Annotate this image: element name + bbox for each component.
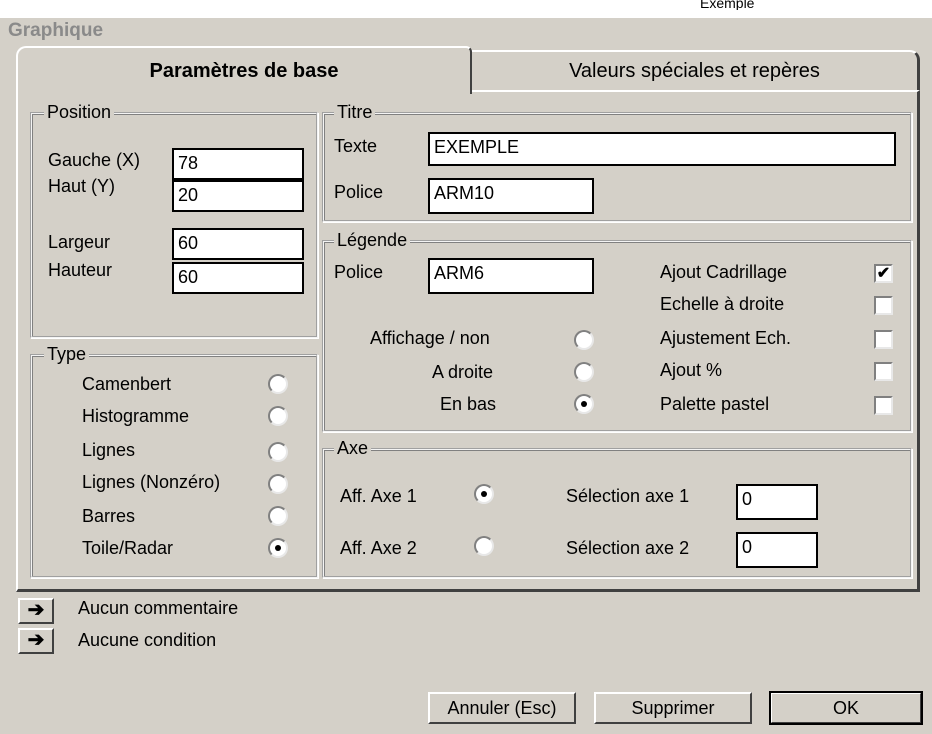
option-label: Ajout Cadrillage bbox=[660, 262, 788, 282]
type-radio-camenbert[interactable] bbox=[268, 374, 288, 394]
legende-legend: Légende bbox=[334, 231, 411, 249]
window-title: Graphique bbox=[8, 20, 104, 41]
legende-radio-affichage[interactable] bbox=[574, 330, 594, 350]
type-option-label: Camenbert bbox=[82, 374, 172, 394]
tab-parametres-de-base[interactable]: Paramètres de base bbox=[16, 46, 472, 94]
type-option-label: Histogramme bbox=[82, 406, 190, 426]
type-radio-toile-radar[interactable] bbox=[268, 538, 288, 558]
legende-police-label: Police bbox=[334, 262, 384, 282]
titre-police-label: Police bbox=[334, 182, 384, 202]
comment-arrow-button[interactable]: ➔ bbox=[18, 598, 54, 624]
type-radio-lignes-nonzero[interactable] bbox=[268, 474, 288, 494]
legende-display-label: En bas bbox=[440, 394, 497, 414]
sel-axe1-input[interactable]: 0 bbox=[736, 484, 818, 520]
haut-input[interactable]: 20 bbox=[172, 180, 304, 212]
ajustement-ech-checkbox[interactable] bbox=[874, 330, 893, 349]
type-option-label: Barres bbox=[82, 506, 136, 526]
ajout-pourcent-checkbox[interactable] bbox=[874, 362, 893, 381]
titre-legend: Titre bbox=[334, 103, 376, 121]
titre-texte-label: Texte bbox=[334, 136, 378, 156]
axe1-label: Aff. Axe 1 bbox=[340, 486, 417, 506]
type-legend: Type bbox=[44, 345, 90, 363]
legende-radio-en-bas[interactable] bbox=[574, 394, 594, 414]
legende-display-label: A droite bbox=[432, 362, 494, 382]
tab-valeurs-speciales[interactable]: Valeurs spéciales et repères bbox=[472, 50, 920, 90]
axe2-label: Aff. Axe 2 bbox=[340, 538, 417, 558]
sel-axe1-label: Sélection axe 1 bbox=[566, 486, 690, 506]
type-option-label: Toile/Radar bbox=[82, 538, 174, 558]
sel-axe2-label: Sélection axe 2 bbox=[566, 538, 690, 558]
legende-police-input[interactable]: ARM6 bbox=[428, 258, 594, 294]
condition-label: Aucune condition bbox=[78, 630, 217, 650]
palette-pastel-checkbox[interactable] bbox=[874, 396, 893, 415]
position-group: Position bbox=[30, 103, 318, 338]
titre-group: Titre bbox=[322, 103, 912, 222]
position-legend: Position bbox=[44, 103, 115, 121]
largeur-label: Largeur bbox=[48, 232, 111, 252]
ajout-cadrillage-checkbox[interactable]: ✔ bbox=[874, 264, 893, 283]
option-label: Ajustement Ech. bbox=[660, 328, 792, 348]
delete-button[interactable]: Supprimer bbox=[594, 692, 752, 724]
ok-button[interactable]: OK bbox=[769, 691, 923, 725]
type-option-label: Lignes bbox=[82, 440, 136, 460]
comment-label: Aucun commentaire bbox=[78, 598, 239, 618]
titre-texte-input[interactable]: EXEMPLE bbox=[428, 132, 896, 166]
axe-legend: Axe bbox=[334, 439, 372, 457]
option-label: Ajout % bbox=[660, 360, 723, 380]
haut-label: Haut (Y) bbox=[48, 176, 116, 196]
cancel-button[interactable]: Annuler (Esc) bbox=[428, 692, 576, 724]
top-strip bbox=[0, 0, 932, 18]
option-label: Echelle à droite bbox=[660, 294, 785, 314]
sel-axe2-input[interactable]: 0 bbox=[736, 532, 818, 568]
type-option-label: Lignes (Nonzéro) bbox=[82, 472, 221, 492]
condition-arrow-button[interactable]: ➔ bbox=[18, 628, 54, 654]
gauche-input[interactable]: 78 bbox=[172, 148, 304, 180]
hauteur-input[interactable]: 60 bbox=[172, 262, 304, 294]
titre-police-input[interactable]: ARM10 bbox=[428, 178, 594, 214]
hauteur-label: Hauteur bbox=[48, 260, 113, 280]
largeur-input[interactable]: 60 bbox=[172, 228, 304, 260]
type-radio-histogramme[interactable] bbox=[268, 406, 288, 426]
legende-display-label: Affichage / non bbox=[370, 328, 490, 348]
axe1-radio[interactable] bbox=[474, 484, 494, 504]
axe2-radio[interactable] bbox=[474, 536, 494, 556]
type-radio-barres[interactable] bbox=[268, 506, 288, 526]
legende-radio-a-droite[interactable] bbox=[574, 362, 594, 382]
echelle-droite-checkbox[interactable] bbox=[874, 296, 893, 315]
type-radio-lignes[interactable] bbox=[268, 442, 288, 462]
clipped-caption: Exemple bbox=[700, 0, 755, 10]
option-label: Palette pastel bbox=[660, 394, 770, 414]
gauche-label: Gauche (X) bbox=[48, 150, 141, 170]
